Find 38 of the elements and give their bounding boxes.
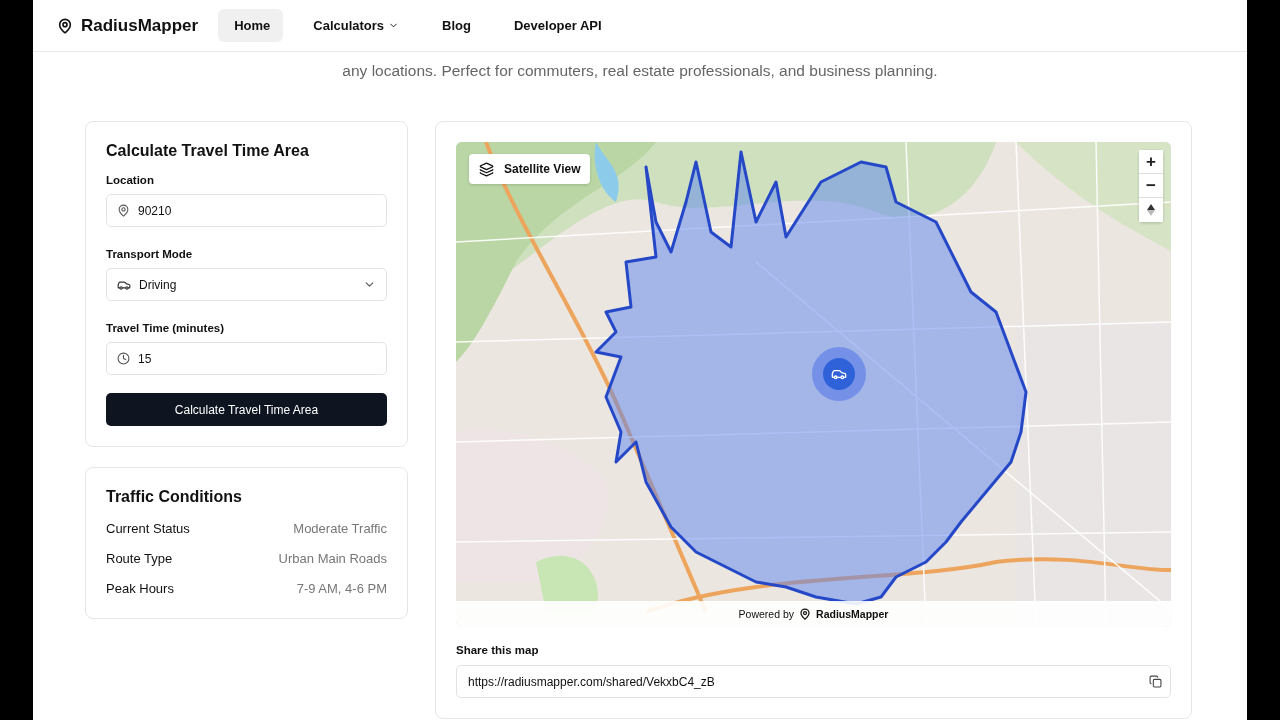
condition-value: 7-9 AM, 4-6 PM	[296, 581, 387, 596]
layers-icon	[479, 161, 494, 177]
condition-label: Peak Hours	[106, 581, 174, 596]
zoom-out-button[interactable]: −	[1139, 174, 1163, 198]
clock-icon	[117, 352, 130, 365]
copy-icon	[1149, 675, 1162, 688]
attribution-text: Powered by	[738, 608, 795, 620]
input-field[interactable]: 15	[106, 342, 387, 375]
nav-link[interactable]: Calculators	[297, 9, 413, 42]
nav-link[interactable]: Developer API	[497, 9, 615, 42]
card-title: Calculate Travel Time Area	[106, 142, 310, 160]
pin-icon	[117, 204, 130, 217]
nav-link[interactable]: Home	[218, 9, 284, 42]
field-label: Location	[106, 174, 155, 186]
share-label: Share this map	[456, 644, 540, 656]
brand-name[interactable]: RadiusMapper	[81, 15, 199, 36]
condition-label: Current Status	[106, 521, 190, 536]
share-url-field[interactable]: https://radiusmapper.com/shared/VekxbC4_zB	[456, 665, 1171, 698]
calculate-button[interactable]: Calculate Travel Time Area	[106, 393, 387, 426]
input-field[interactable]: 90210	[106, 194, 387, 227]
satellite-view-button[interactable]: Satellite View	[469, 154, 591, 184]
field-label: Travel Time (minutes)	[106, 322, 226, 334]
compass-button[interactable]	[1139, 198, 1163, 222]
condition-value: Moderate Traffic	[293, 521, 387, 536]
intro-text: any locations. Perfect for commuters, real estate professionals, and business planning.	[342, 61, 938, 81]
condition-value: Urban Main Roads	[278, 551, 387, 566]
nav-link[interactable]: Blog	[426, 9, 484, 42]
field-label: Transport Mode	[106, 248, 194, 260]
north-arrow-icon	[1147, 204, 1155, 216]
attribution-brand: RadiusMapper	[816, 608, 889, 620]
copy-button[interactable]	[1149, 675, 1162, 688]
pin-icon	[57, 17, 73, 34]
card-title: Traffic Conditions	[106, 488, 243, 506]
pin-icon	[799, 608, 812, 620]
condition-label: Route Type	[106, 551, 173, 566]
location-marker[interactable]	[812, 347, 866, 401]
zoom-in-button[interactable]: +	[1139, 150, 1163, 174]
transport-select[interactable]: Driving	[106, 268, 387, 301]
